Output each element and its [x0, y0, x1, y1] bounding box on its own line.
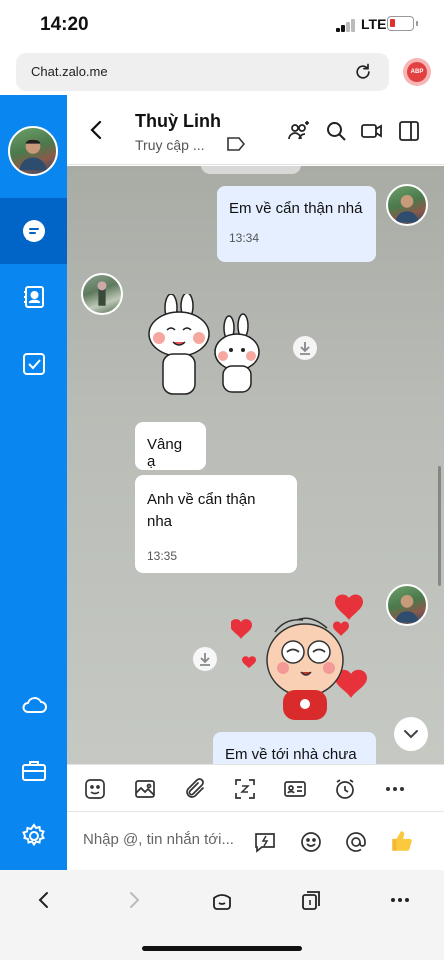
- contact-avatar[interactable]: [81, 273, 123, 315]
- back-icon[interactable]: [32, 888, 56, 912]
- user-avatar[interactable]: [8, 126, 58, 176]
- bunny-sticker-icon: [148, 292, 260, 395]
- contact-card-icon[interactable]: [283, 777, 307, 801]
- my-avatar[interactable]: [386, 584, 428, 626]
- status-time: 14:20: [40, 14, 89, 35]
- chevron-down-icon: [404, 730, 418, 739]
- add-member-icon[interactable]: [287, 119, 311, 143]
- message-bubble-received[interactable]: Vâng ạ: [135, 422, 206, 470]
- sticker-bunny[interactable]: [145, 292, 275, 400]
- home-indicator: [142, 946, 302, 951]
- hearts-sticker-icon: [230, 594, 367, 720]
- message-text: Anh về cẩn thận nha: [147, 491, 256, 530]
- quick-message-icon[interactable]: [253, 830, 277, 854]
- screenshot-icon[interactable]: [233, 777, 257, 801]
- gear-icon: [21, 823, 45, 847]
- message-bubble-sent[interactable]: Em về tới nhà chưa: [213, 732, 376, 764]
- sidebar-item-tools[interactable]: [0, 738, 67, 804]
- briefcase-icon: [21, 761, 46, 781]
- mention-icon[interactable]: [344, 830, 368, 854]
- message-bubble-sent[interactable]: Em về cẩn thận nhá 13:34: [217, 186, 376, 262]
- reload-icon[interactable]: [353, 62, 373, 82]
- back-icon[interactable]: [87, 119, 105, 141]
- contact-name[interactable]: Thuỳ Linh: [135, 111, 221, 132]
- sidebar: [0, 95, 67, 870]
- scroll-to-bottom-button[interactable]: [394, 717, 428, 751]
- tag-icon[interactable]: [227, 137, 245, 151]
- thumbs-up-icon[interactable]: [389, 828, 415, 854]
- message-time: 13:35: [147, 549, 178, 563]
- message-text: Em về cẩn thận nhá: [229, 200, 363, 217]
- video-call-icon[interactable]: [360, 119, 384, 143]
- signal-icon: [336, 18, 358, 32]
- image-icon[interactable]: [133, 777, 157, 801]
- menu-icon[interactable]: [388, 888, 412, 912]
- chat-icon: [22, 220, 45, 242]
- alarm-icon[interactable]: [333, 777, 357, 801]
- battery-icon: [387, 16, 418, 31]
- message-input[interactable]: [83, 831, 243, 848]
- contact-status: Truy cập ...: [135, 137, 205, 153]
- composer: [67, 812, 444, 870]
- sticker-hearts-boy[interactable]: [230, 586, 371, 726]
- download-icon[interactable]: [293, 336, 317, 360]
- checkbox-icon: [22, 353, 45, 375]
- message-text: Em về tới nhà chưa: [225, 746, 357, 763]
- scrollbar[interactable]: [438, 466, 441, 586]
- cloud-icon: [22, 697, 47, 713]
- attachment-icon[interactable]: [183, 777, 207, 801]
- time-separator: [201, 166, 301, 174]
- adblock-icon[interactable]: ABP: [403, 58, 431, 86]
- search-icon[interactable]: [324, 119, 348, 143]
- message-time: 13:34: [229, 231, 260, 245]
- sticker-icon[interactable]: [83, 777, 107, 801]
- more-icon[interactable]: [383, 777, 407, 801]
- sidebar-item-messages[interactable]: [0, 198, 67, 264]
- network-type: LTE: [361, 16, 387, 32]
- sidebar-item-cloud[interactable]: [0, 672, 67, 738]
- sidebar-toggle-icon[interactable]: [397, 119, 421, 143]
- message-text: Vâng ạ: [147, 436, 183, 470]
- sidebar-item-todo[interactable]: [0, 331, 67, 397]
- url-text: Chat.zalo.me: [31, 64, 108, 79]
- address-bar[interactable]: Chat.zalo.me: [16, 53, 389, 91]
- sidebar-item-settings[interactable]: [0, 803, 67, 869]
- status-bar: 14:20 LTE: [0, 0, 444, 50]
- download-icon[interactable]: [193, 647, 217, 671]
- chat-area[interactable]: Em về cẩn thận nhá 13:34 Vâng ạ Anh về c…: [67, 166, 444, 764]
- forward-icon[interactable]: [122, 888, 146, 912]
- composer-toolbar: [67, 764, 444, 812]
- tabs-icon[interactable]: [299, 888, 323, 912]
- sidebar-item-contacts[interactable]: [0, 264, 67, 330]
- my-avatar[interactable]: [386, 184, 428, 226]
- emoji-icon[interactable]: [299, 830, 323, 854]
- contacts-icon: [23, 286, 44, 308]
- home-icon[interactable]: [210, 888, 234, 912]
- message-bubble-received[interactable]: Anh về cẩn thận nha 13:35: [135, 475, 297, 573]
- chat-header: Thuỳ Linh Truy cập ...: [67, 95, 444, 165]
